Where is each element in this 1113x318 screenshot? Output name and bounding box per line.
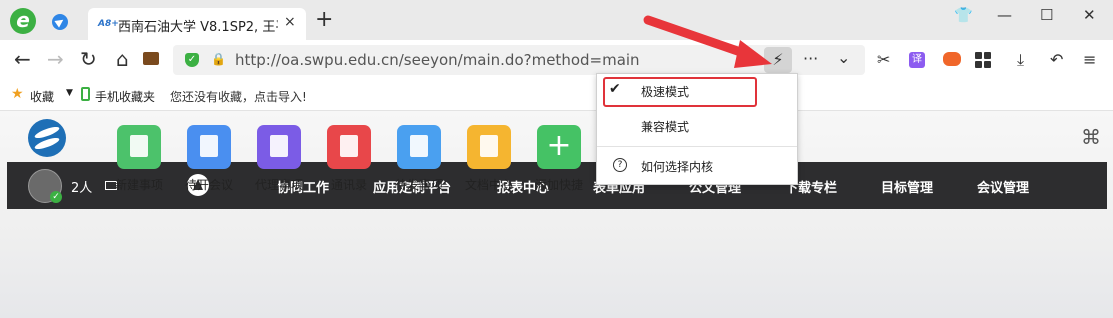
help-option[interactable]: ? 如何选择内核 xyxy=(597,151,797,181)
send-icon[interactable] xyxy=(52,14,68,30)
caret-down-icon[interactable]: ▼ xyxy=(66,88,73,98)
navigation-bar: ← → ↻ ⌂ ✓ 🔒 http://oa.swpu.edu.cn/seeyon… xyxy=(0,40,1113,80)
back-button[interactable]: ← xyxy=(14,48,31,70)
add-icon: + xyxy=(537,125,581,169)
app-label: 待发事项 xyxy=(394,178,443,192)
skin-icon[interactable]: 👕 xyxy=(954,6,973,24)
online-check-icon: ✓ xyxy=(50,191,62,203)
phone-icon xyxy=(81,87,90,101)
red-highlight-box xyxy=(603,77,757,107)
app-documents[interactable]: 文档中心 xyxy=(454,125,524,193)
app-label: 新建事项 xyxy=(114,178,163,192)
new-tab-button[interactable]: + xyxy=(315,9,333,31)
app-new-item[interactable]: 新建事项 xyxy=(104,125,174,193)
home-icon[interactable]: ⌂ xyxy=(116,48,129,70)
app-label: 待开会议 xyxy=(184,178,233,192)
proxy-icon xyxy=(257,125,301,169)
nav-item[interactable]: 目标管理 xyxy=(881,177,933,196)
more-icon[interactable]: ··· xyxy=(803,49,818,68)
star-icon: ★ xyxy=(11,86,24,102)
site-logo[interactable] xyxy=(28,119,66,157)
undo-icon[interactable]: ↶ xyxy=(1050,50,1063,69)
close-button[interactable]: ✕ xyxy=(1083,6,1096,24)
app-meeting[interactable]: 待开会议 xyxy=(174,125,244,193)
tab-close-icon[interactable]: × xyxy=(284,14,296,30)
maximize-button[interactable]: ☐ xyxy=(1040,6,1053,24)
compat-mode-label: 兼容模式 xyxy=(641,120,690,134)
translate-icon[interactable]: 译 xyxy=(909,52,925,68)
help-label: 如何选择内核 xyxy=(641,160,714,174)
tab-bar: e A8+ 西南石油大学 V8.1SP2, 王平,欢迎 × + 👕 — ☐ ✕ xyxy=(0,0,1113,40)
divider xyxy=(597,146,797,147)
app-label: 文档中心 xyxy=(464,178,513,192)
app-contacts[interactable]: 通讯录 xyxy=(314,125,384,193)
kernel-dropdown: ✔ 极速模式 兼容模式 ? 如何选择内核 xyxy=(596,73,798,185)
browser-logo-icon[interactable]: e xyxy=(10,8,36,34)
app-add-shortcut[interactable]: + 添加快捷 xyxy=(524,125,594,193)
app-pending-send[interactable]: 待发事项 xyxy=(384,125,454,193)
bookmarks-menu[interactable]: 收藏 xyxy=(30,88,54,105)
cut-icon[interactable]: ✂ xyxy=(877,50,890,69)
compat-mode-option[interactable]: 兼容模式 xyxy=(597,111,797,141)
app-proxy[interactable]: 代理事项 xyxy=(244,125,314,193)
app-label: 添加快捷 xyxy=(534,178,583,192)
nav-item[interactable]: 会议管理 xyxy=(977,177,1029,196)
app-label: 代理事项 xyxy=(254,178,303,192)
reload-button[interactable]: ↻ xyxy=(80,48,97,70)
forward-button[interactable]: → xyxy=(47,48,64,70)
url-text[interactable]: http://oa.swpu.edu.cn/seeyon/main.do?met… xyxy=(235,51,640,69)
pending-send-icon xyxy=(397,125,441,169)
app-label: 通讯录 xyxy=(330,178,367,192)
chevron-down-icon[interactable]: ⌄ xyxy=(837,48,850,67)
tab-title: 西南石油大学 V8.1SP2, 王平,欢迎 xyxy=(118,20,278,35)
tab-favicon-icon: A8+ xyxy=(98,19,119,29)
help-icon: ? xyxy=(613,158,627,172)
annotation-arrow-icon xyxy=(643,15,772,68)
grid-icon[interactable] xyxy=(975,52,991,68)
apps-icon[interactable]: ⌘ xyxy=(1081,125,1101,149)
wallet-icon[interactable] xyxy=(143,52,159,65)
browser-tab[interactable]: A8+ 西南石油大学 V8.1SP2, 王平,欢迎 × xyxy=(88,8,306,40)
document-icon xyxy=(467,125,511,169)
people-count[interactable]: 2人 xyxy=(71,177,92,196)
menu-icon[interactable]: ≡ xyxy=(1083,50,1096,69)
bookmark-bar: ★ 收藏 ▼ 手机收藏夹 您还没有收藏，点击导入! xyxy=(0,80,1113,111)
game-icon[interactable] xyxy=(943,52,961,66)
meeting-icon xyxy=(187,125,231,169)
new-item-icon xyxy=(117,125,161,169)
insecure-lock-icon[interactable]: 🔒 xyxy=(211,52,226,66)
mobile-bookmarks-link[interactable]: 手机收藏夹 xyxy=(95,88,155,105)
import-hint-link[interactable]: 您还没有收藏，点击导入! xyxy=(170,88,307,105)
shield-icon[interactable]: ✓ xyxy=(185,53,199,67)
contacts-icon xyxy=(327,125,371,169)
download-icon[interactable]: ⤓ xyxy=(1017,50,1024,70)
minimize-button[interactable]: — xyxy=(997,6,1012,24)
